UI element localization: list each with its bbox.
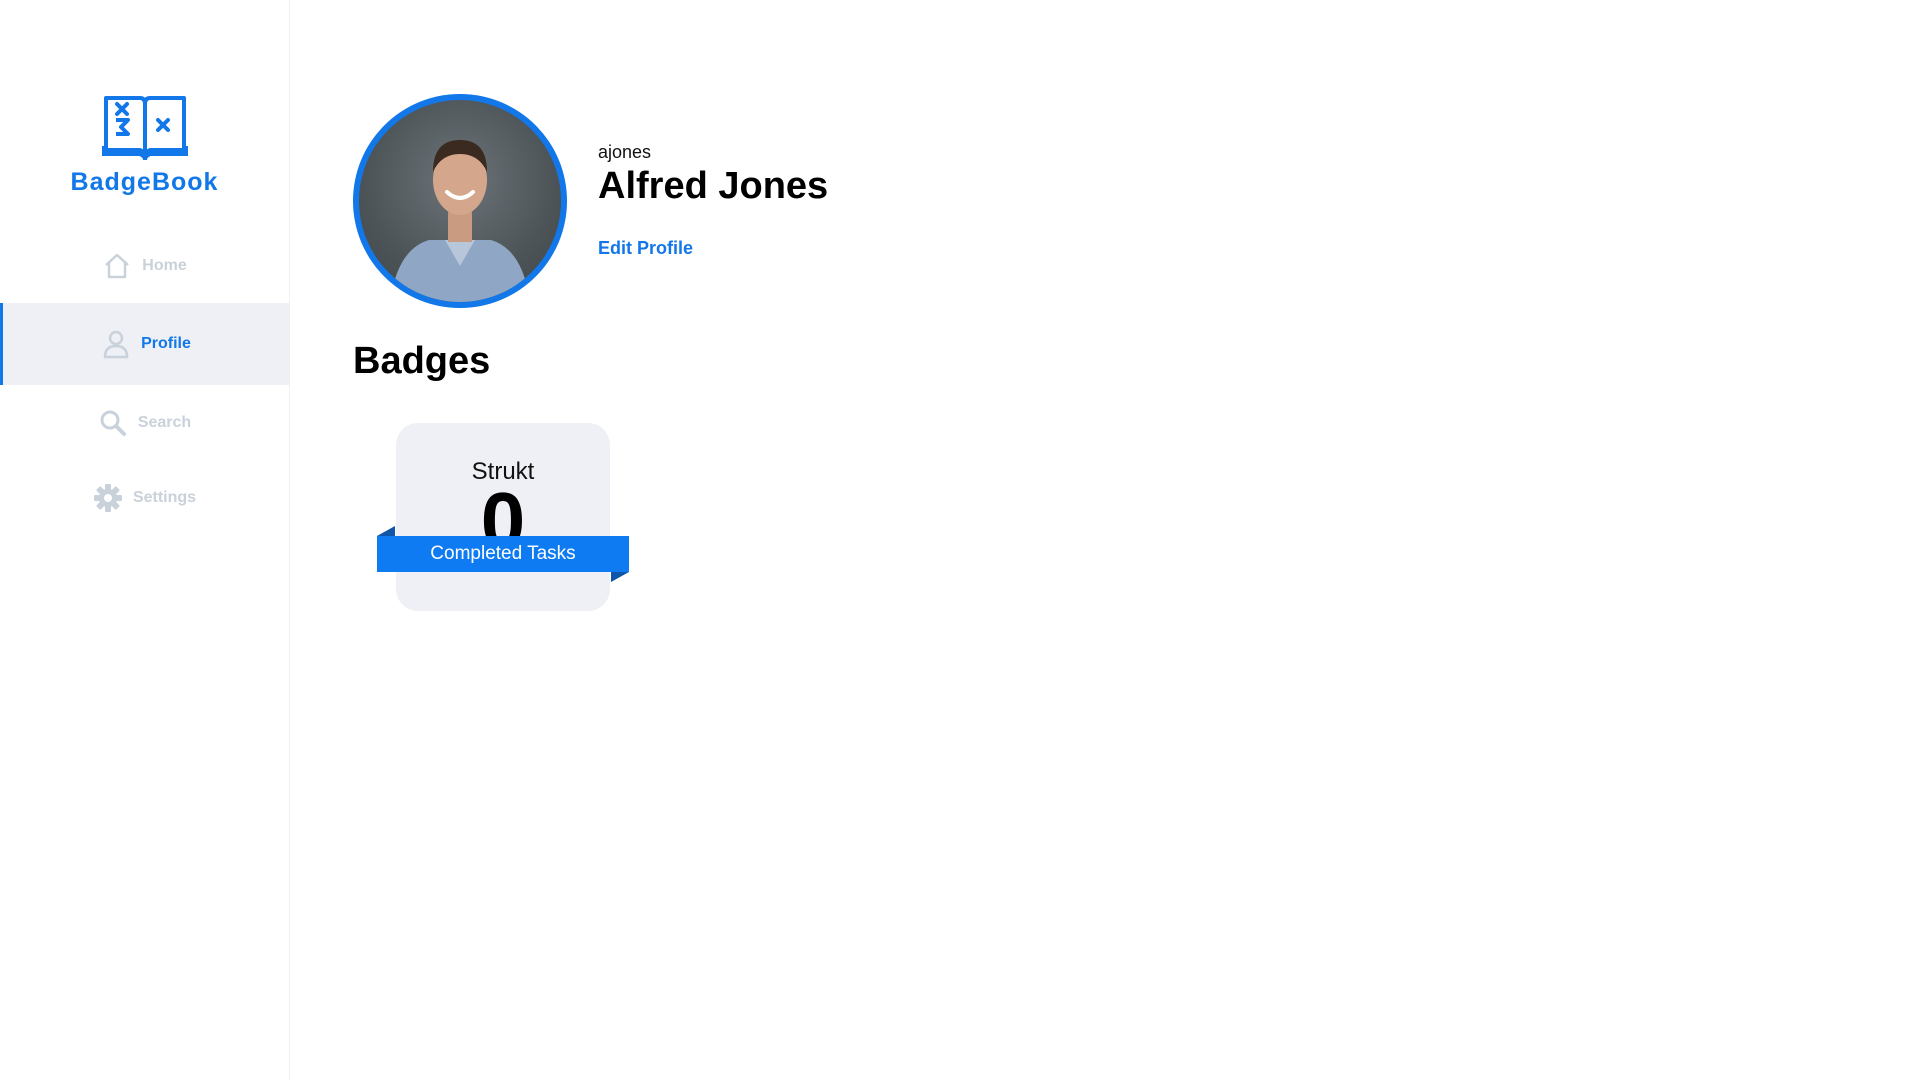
nav-item-settings[interactable]: Settings — [0, 457, 289, 539]
profile-full-name: Alfred Jones — [598, 165, 829, 207]
username: ajones — [598, 142, 652, 162]
gear-icon — [93, 483, 123, 513]
sidebar: BadgeBook Home Profile Search Settings — [0, 0, 290, 1080]
brand-name: BadgeBook — [70, 168, 219, 196]
nav-label-settings: Settings — [132, 489, 197, 506]
badge-card[interactable]: Strukt 0 — [396, 423, 610, 611]
ribbon-fold-left — [377, 526, 395, 536]
nav-label-profile: Profile — [141, 335, 191, 352]
ribbon-fold-right — [611, 572, 629, 582]
nav-item-search[interactable]: Search — [0, 382, 289, 464]
search-icon — [98, 408, 128, 438]
edit-profile-link[interactable]: Edit Profile — [598, 238, 693, 259]
nav-label-home: Home — [142, 257, 187, 274]
nav-item-home[interactable]: Home — [0, 225, 289, 307]
badge-count: 0 — [480, 481, 526, 536]
avatar — [353, 94, 567, 308]
user-icon — [101, 329, 131, 359]
home-icon — [102, 251, 132, 281]
badge-ribbon: Completed Tasks — [377, 536, 629, 572]
profile-photo — [359, 100, 561, 302]
book-logo-icon — [101, 96, 188, 160]
badges-heading: Badges — [353, 340, 491, 382]
brand[interactable]: BadgeBook — [0, 90, 289, 197]
nav-label-search: Search — [137, 414, 192, 431]
main-content: ajones Alfred Jones Edit Profile Badges … — [289, 0, 1920, 1080]
nav-item-profile[interactable]: Profile — [0, 303, 289, 385]
